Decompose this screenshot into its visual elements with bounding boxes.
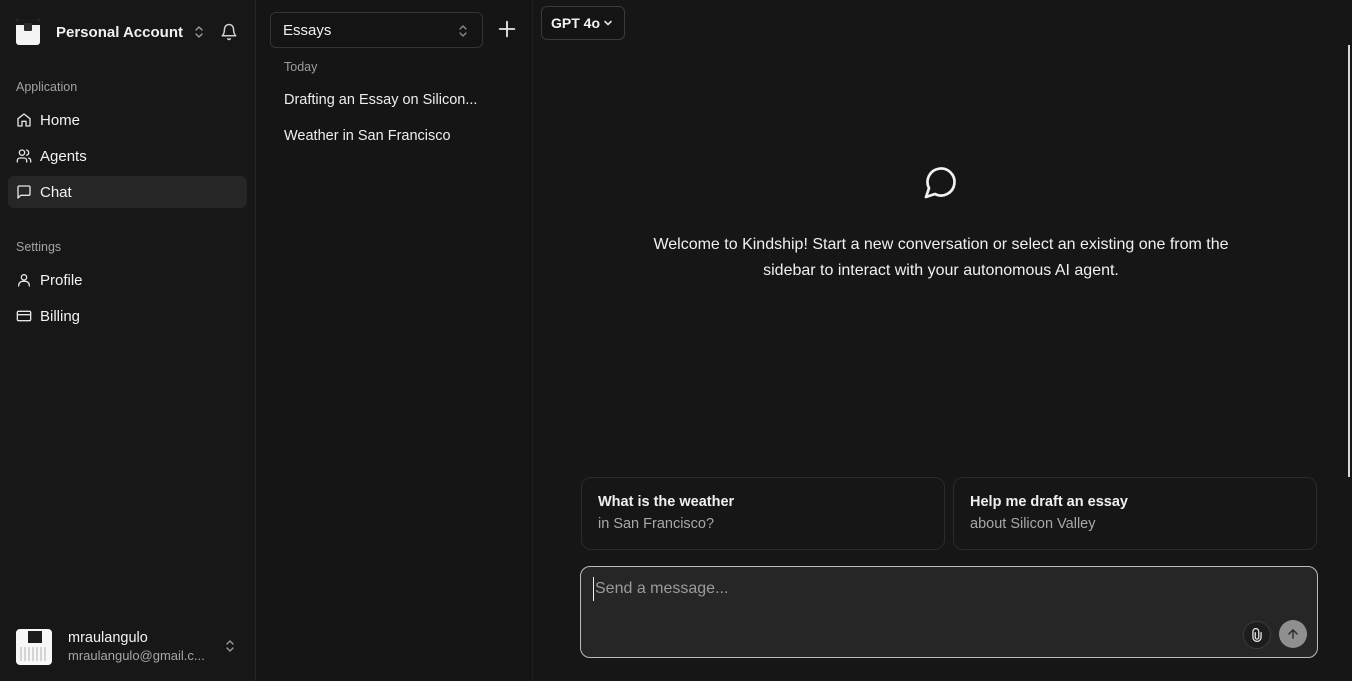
conversation-item[interactable]: Weather in San Francisco bbox=[270, 120, 520, 152]
sidebar: Personal Account Application Home Agents… bbox=[0, 0, 256, 681]
welcome-message: Welcome to Kindship! Start a new convers… bbox=[653, 236, 1229, 279]
suggestion-subtitle: about Silicon Valley bbox=[970, 516, 1096, 532]
conversation-panel: Essays Today Drafting an Essay on Silico… bbox=[256, 0, 533, 681]
conversation-item[interactable]: Drafting an Essay on Silicon... bbox=[270, 84, 520, 116]
chevron-down-icon bbox=[604, 20, 612, 26]
nav-section-application: Application bbox=[16, 80, 78, 94]
suggestion-subtitle: in San Francisco? bbox=[598, 516, 715, 532]
nav-item-label: Profile bbox=[40, 271, 83, 289]
nav-item-billing[interactable]: Billing bbox=[8, 300, 247, 332]
send-button[interactable] bbox=[1279, 620, 1307, 648]
folder-select-value: Essays bbox=[283, 21, 332, 39]
model-selector-label: GPT 4o bbox=[551, 15, 601, 31]
chevron-up-down-icon bbox=[226, 640, 234, 652]
avatar bbox=[16, 629, 52, 665]
users-icon bbox=[16, 149, 32, 163]
user-info: mraulangulo mraulangulo@gmail.c... bbox=[68, 629, 205, 665]
user-name: mraulangulo bbox=[68, 630, 148, 646]
conversation-group-label: Today bbox=[284, 60, 318, 74]
suggestion-essay[interactable]: Help me draft an essay about Silicon Val… bbox=[953, 477, 1317, 550]
plus-icon[interactable] bbox=[496, 18, 518, 40]
user-icon bbox=[18, 274, 30, 287]
nav-item-home[interactable]: Home bbox=[8, 104, 247, 136]
suggestion-weather[interactable]: What is the weather in San Francisco? bbox=[581, 477, 945, 550]
arrow-up-icon bbox=[1288, 629, 1298, 639]
app-window: Personal Account Application Home Agents… bbox=[0, 0, 1352, 681]
chat-main: GPT 4o Welcome to Kindship! Start a new … bbox=[533, 0, 1352, 681]
attach-button[interactable] bbox=[1243, 621, 1271, 649]
user-menu[interactable]: mraulangulo mraulangulo@gmail.c... bbox=[8, 622, 248, 672]
credit-card-icon bbox=[16, 310, 32, 322]
account-logo bbox=[16, 19, 40, 45]
bell-icon[interactable] bbox=[220, 23, 238, 41]
nav-item-label: Chat bbox=[40, 183, 72, 201]
nav-section-settings: Settings bbox=[16, 240, 62, 254]
scrollbar[interactable] bbox=[1348, 45, 1350, 477]
nav-item-profile[interactable]: Profile bbox=[8, 264, 247, 296]
account-switcher[interactable]: Personal Account bbox=[8, 12, 248, 52]
folder-select[interactable]: Essays bbox=[270, 12, 483, 48]
message-icon bbox=[17, 185, 31, 199]
model-selector[interactable]: GPT 4o bbox=[541, 6, 625, 40]
nav-item-agents[interactable]: Agents bbox=[8, 140, 247, 172]
chat-bubble-icon bbox=[924, 167, 956, 199]
chevron-up-down-icon bbox=[195, 26, 203, 38]
nav-item-chat[interactable]: Chat bbox=[8, 176, 247, 208]
suggestion-title: What is the weather bbox=[598, 494, 735, 510]
paperclip-icon bbox=[1252, 628, 1262, 642]
user-email: mraulangulo@gmail.c... bbox=[68, 648, 205, 663]
suggestion-title: Help me draft an essay bbox=[970, 494, 1128, 510]
nav-item-label: Billing bbox=[40, 307, 81, 325]
home-icon bbox=[17, 113, 31, 127]
account-name: Personal Account bbox=[56, 23, 183, 41]
chevron-up-down-icon bbox=[459, 25, 467, 37]
message-composer bbox=[580, 566, 1318, 658]
nav-item-label: Home bbox=[40, 111, 81, 129]
nav-item-label: Agents bbox=[40, 147, 87, 165]
message-input[interactable] bbox=[593, 577, 1293, 601]
